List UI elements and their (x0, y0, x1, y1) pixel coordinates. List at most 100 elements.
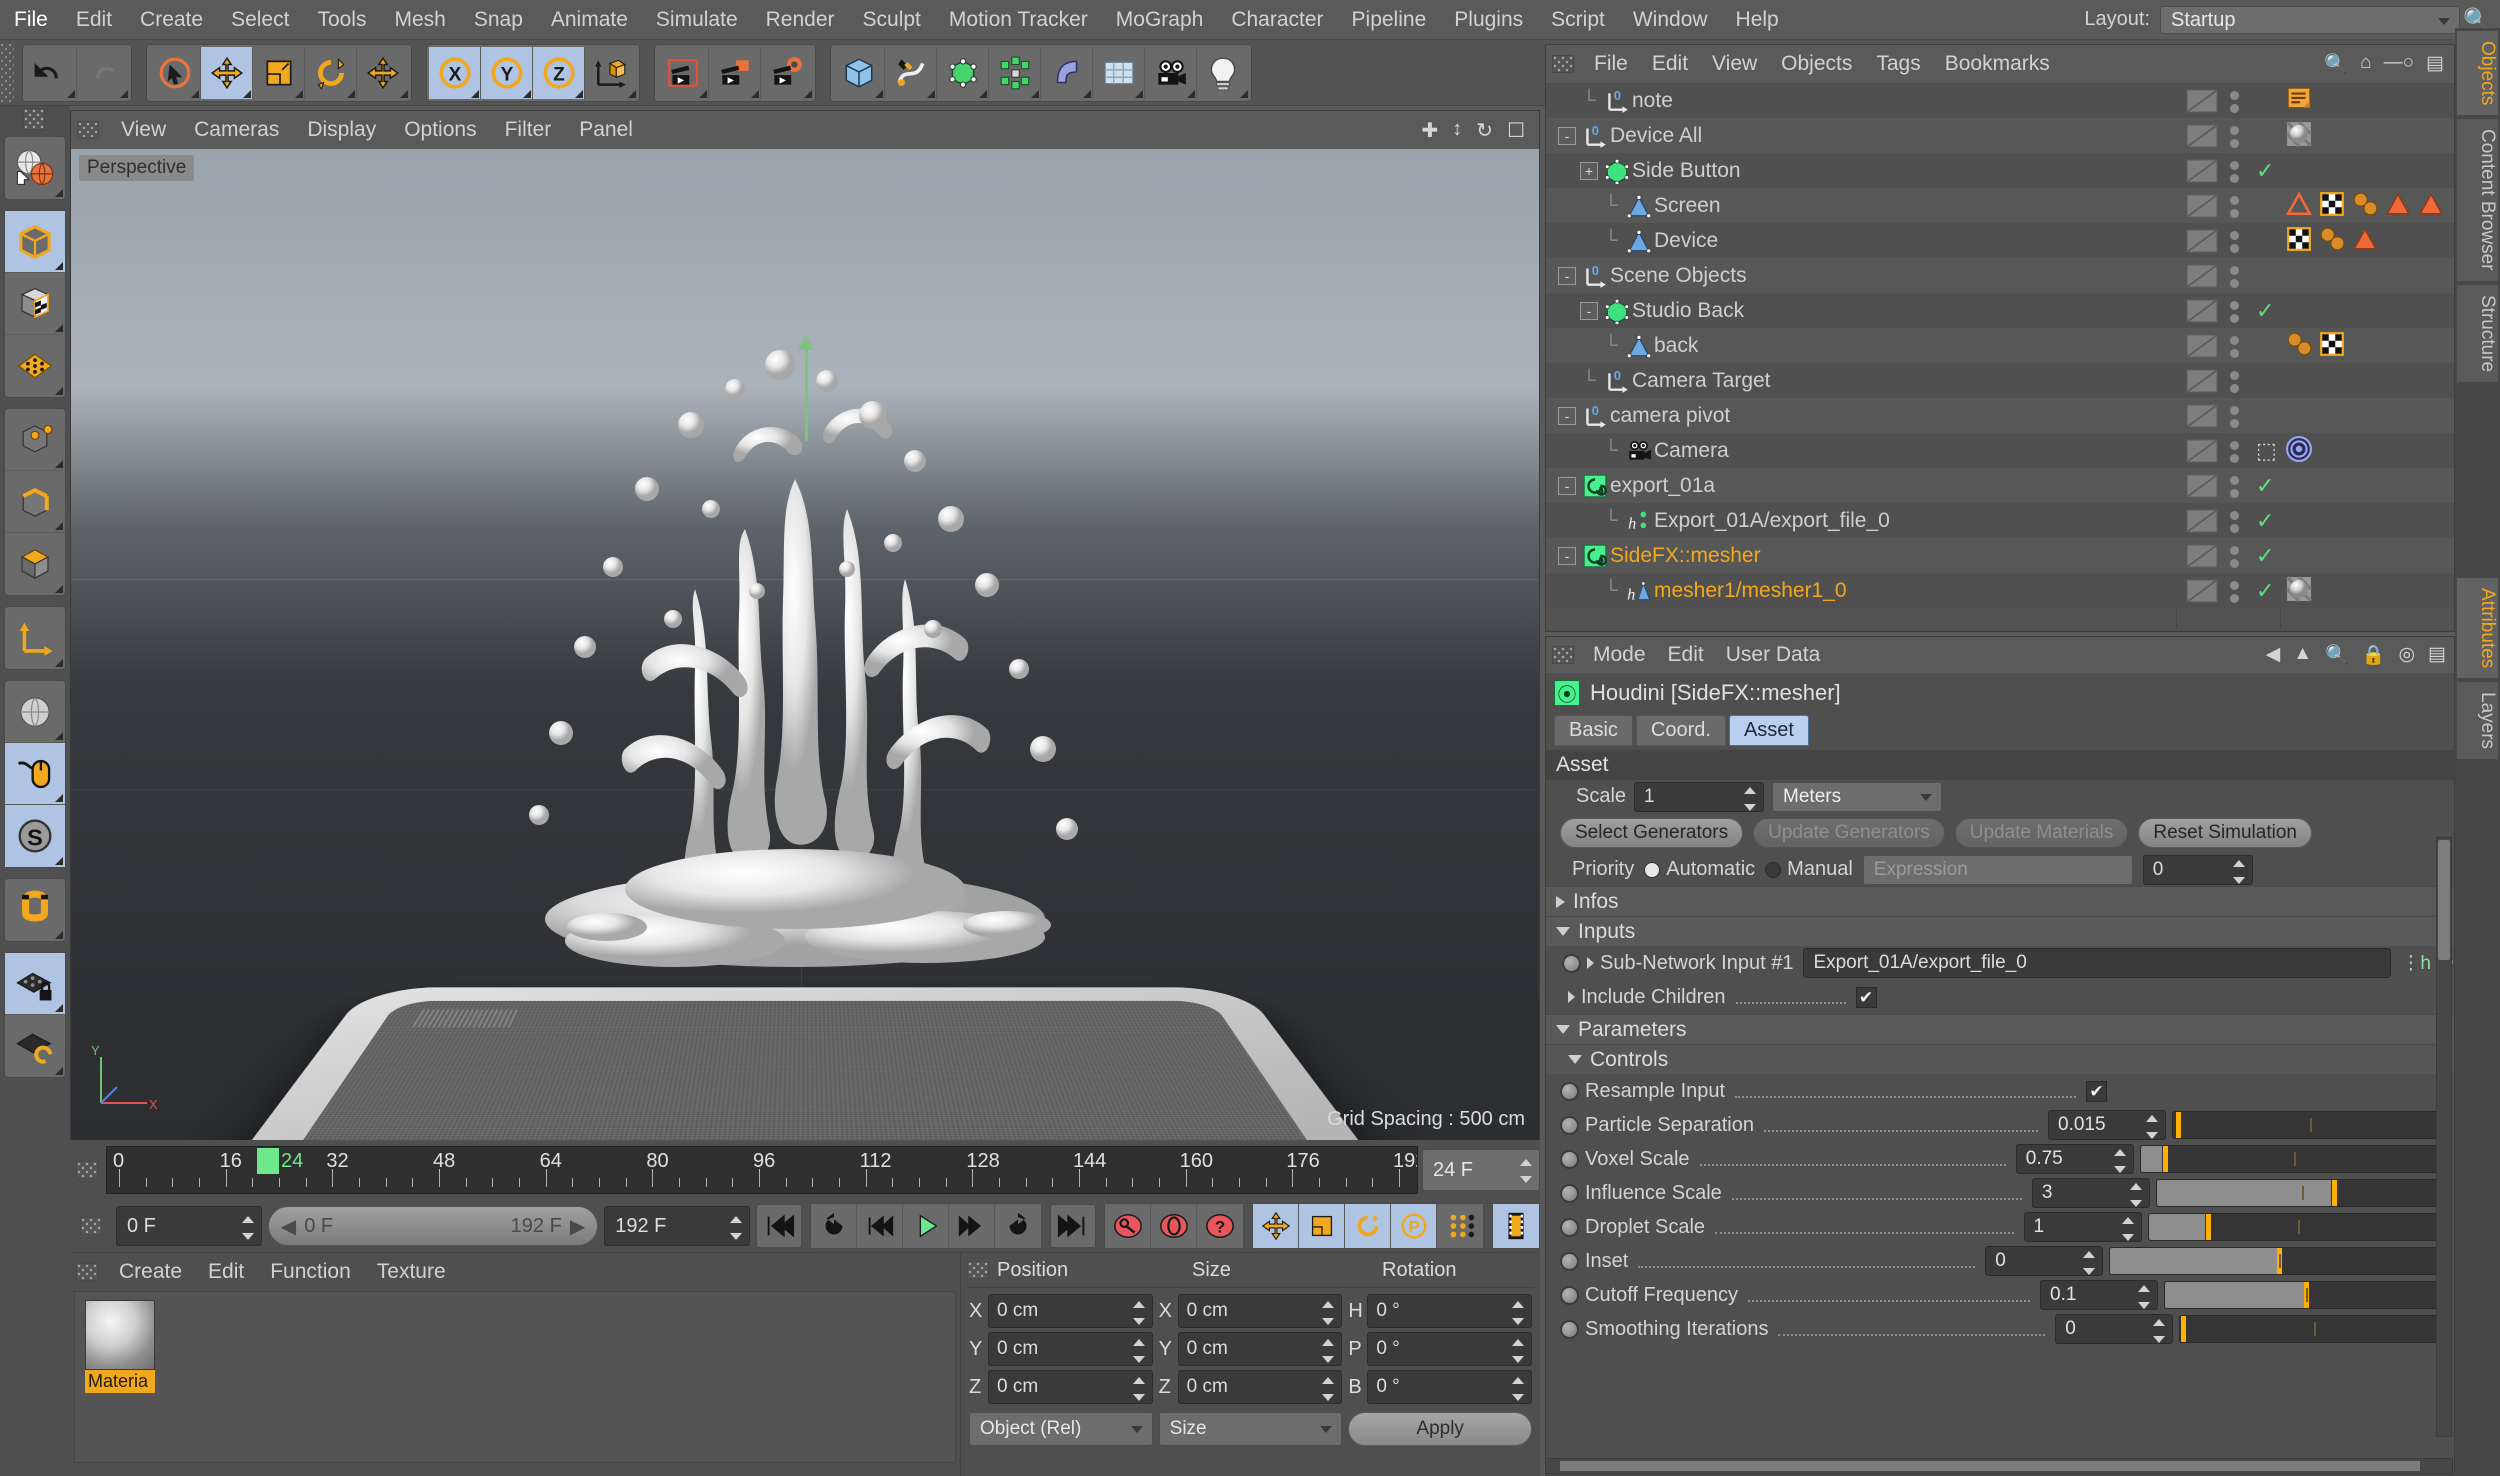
param-slider[interactable] (2179, 1315, 2448, 1343)
keychannel-scale[interactable] (1299, 1204, 1346, 1248)
attribute-gripper[interactable] (1552, 646, 1574, 664)
slider-marker[interactable] (2331, 1180, 2337, 1206)
coord-size-dropdown[interactable]: Size (1158, 1412, 1343, 1446)
layer-color-swatch[interactable] (2186, 194, 2222, 218)
lock-icon[interactable]: 🔒 (2362, 643, 2386, 667)
vtab-content-browser[interactable]: Content Browser (2456, 118, 2499, 282)
menu-item-tools[interactable]: Tools (303, 1, 380, 39)
param-value-input[interactable]: 1 (2023, 1212, 2142, 1242)
tree-collapse-icon[interactable]: - (1558, 546, 1576, 565)
param-value-input[interactable]: 0.75 (2015, 1144, 2134, 1174)
material-menu-texture[interactable]: Texture (364, 1253, 459, 1291)
spinner-icon[interactable] (2121, 1217, 2134, 1241)
spinner-icon[interactable] (1520, 1159, 1532, 1183)
menu-item-simulate[interactable]: Simulate (642, 1, 752, 39)
menu-item-file[interactable]: File (0, 1, 62, 39)
spinner-icon[interactable] (1322, 1339, 1335, 1363)
current-frame-field[interactable]: 24 F (1422, 1149, 1540, 1191)
home-icon[interactable]: ⌂ (2360, 52, 2371, 76)
spinner-icon[interactable] (2113, 1149, 2126, 1173)
spinner-icon[interactable] (1322, 1301, 1335, 1325)
radio-automatic[interactable]: Automatic (1644, 858, 1755, 881)
triangle-right-icon[interactable] (1568, 991, 1575, 1003)
timeline-playhead[interactable] (257, 1148, 279, 1174)
attribute-menu-mode[interactable]: Mode (1582, 637, 1657, 673)
menu-item-snap[interactable]: Snap (460, 1, 537, 39)
tag-target-tag-icon[interactable] (2286, 436, 2312, 468)
viewport-menu-options[interactable]: Options (390, 111, 490, 149)
object-row[interactable]: └ Screen (1546, 188, 2454, 223)
visibility-editor-dot[interactable] (2230, 266, 2239, 275)
tag-dot-tag-icon[interactable] (2352, 191, 2378, 223)
object-menu-bookmarks[interactable]: Bookmarks (1933, 45, 2062, 83)
radio-manual[interactable]: Manual (1765, 858, 1853, 881)
param-value-input[interactable]: 0.1 (2040, 1280, 2159, 1310)
keychannel-rotation[interactable] (1345, 1204, 1392, 1248)
tag-triangle-tag-icon[interactable] (2352, 226, 2378, 258)
menu-item-motion-tracker[interactable]: Motion Tracker (935, 1, 1102, 39)
left-tool-lock-workplane[interactable] (5, 953, 65, 1015)
toolbar-button-move-alt[interactable] (357, 46, 409, 99)
layer-color-swatch[interactable] (2186, 544, 2222, 568)
visibility-render-dot[interactable] (2230, 244, 2239, 253)
vtab-attributes[interactable]: Attributes (2456, 577, 2499, 680)
attribute-tab-coord[interactable]: Coord. (1635, 715, 1726, 746)
camera-active-icon[interactable]: ⬚ (2256, 438, 2277, 464)
menu-item-mograph[interactable]: MoGraph (1102, 1, 1218, 39)
spinner-icon[interactable] (730, 1216, 743, 1240)
layer-color-swatch[interactable] (2186, 124, 2222, 148)
toolbar-button-cube[interactable] (833, 46, 885, 99)
material-menu-edit[interactable]: Edit (195, 1253, 257, 1291)
end-frame-field[interactable]: 192 F (604, 1206, 751, 1246)
viewport-menu-filter[interactable]: Filter (491, 111, 566, 149)
timeline-gripper[interactable] (76, 1161, 98, 1179)
material-list[interactable]: Materia (74, 1291, 956, 1463)
viewport-canvas[interactable]: Perspective Y X Grid Spacing: 500 cm (71, 149, 1539, 1141)
layer-color-swatch[interactable] (2186, 229, 2222, 253)
keychannel-pla-parameter[interactable]: P (1391, 1204, 1438, 1248)
visibility-render-dot[interactable] (2230, 384, 2239, 393)
transport-play-backwards[interactable] (811, 1204, 858, 1248)
coord-input-size-y[interactable]: 0 cm (1177, 1332, 1343, 1366)
left-tool-texture-mode[interactable] (5, 273, 65, 335)
object-row[interactable]: └ back (1546, 328, 2454, 363)
toolbar-button-bend-deformer[interactable] (1041, 46, 1093, 99)
vtab-objects[interactable]: Objects (2456, 30, 2499, 117)
object-manager-gripper[interactable] (1552, 55, 1574, 73)
visibility-dots[interactable] (2230, 196, 2239, 218)
phone-model[interactable] (71, 987, 1539, 1141)
visibility-render-dot[interactable] (2230, 489, 2239, 498)
key-keyframe-selection[interactable]: ? (1197, 1204, 1244, 1248)
visibility-dots[interactable] (2230, 511, 2239, 533)
spinner-icon[interactable] (2083, 1251, 2096, 1275)
param-knob-icon[interactable] (1560, 1285, 1579, 1305)
param-slider[interactable] (2155, 1179, 2449, 1207)
transport-forwards[interactable] (995, 1204, 1042, 1248)
toolbar-button-redo[interactable] (77, 46, 129, 99)
menu-item-sculpt[interactable]: Sculpt (849, 1, 935, 39)
expression-dropdown[interactable]: Expression (1862, 854, 2133, 885)
toolbar-button-move[interactable] (201, 46, 253, 99)
visibility-editor-dot[interactable] (2230, 91, 2239, 100)
coord-mode-dropdown[interactable]: Object (Rel) (969, 1412, 1153, 1446)
visibility-dots[interactable] (2230, 476, 2239, 498)
tree-collapse-icon[interactable]: - (1580, 301, 1598, 320)
parameters-section[interactable]: Parameters (1546, 1014, 2454, 1044)
transport-previous-frame[interactable] (857, 1204, 904, 1248)
object-row[interactable]: - 0 Scene Objects (1546, 258, 2454, 293)
units-dropdown[interactable]: Meters (1772, 781, 1943, 812)
visibility-dots[interactable] (2230, 231, 2239, 253)
object-row[interactable]: └ Device (1546, 223, 2454, 258)
toolbar-button-render-to-picture-viewer[interactable] (709, 46, 761, 99)
coordinates-gripper[interactable] (967, 1261, 989, 1279)
toolbar-button-subdivision-surface[interactable] (937, 46, 989, 99)
tag-checker-texture-tag-icon[interactable] (2319, 191, 2345, 223)
spinner-icon[interactable] (241, 1216, 254, 1240)
asset-button-reset-simulation[interactable]: Reset Simulation (2138, 818, 2312, 848)
menu-item-script[interactable]: Script (1537, 1, 1619, 39)
param-value-input[interactable]: 3 (2031, 1178, 2150, 1208)
layer-color-swatch[interactable] (2186, 579, 2222, 603)
param-checkbox[interactable]: ✔ (2086, 1080, 2108, 1102)
visibility-editor-dot[interactable] (2230, 301, 2239, 310)
object-row[interactable]: + Side Button ✓ (1546, 153, 2454, 188)
